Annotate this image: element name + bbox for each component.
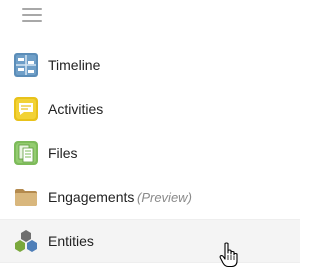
activities-icon [14,97,38,121]
nav-item-label: Entities [48,233,94,249]
nav-item-files[interactable]: Files [0,131,300,175]
nav-item-activities[interactable]: Activities [0,87,300,131]
nav-item-engagements[interactable]: Engagements (Preview) [0,175,300,219]
files-icon [14,141,38,165]
nav-item-label: Engagements [48,189,135,205]
navigation-panel: Timeline Activities Files Engagements (P… [0,0,308,275]
nav-item-label: Timeline [48,57,101,73]
folder-icon [15,189,37,206]
nav-item-entities[interactable]: Entities [0,219,300,263]
nav-item-label: Files [48,145,78,161]
timeline-icon [14,53,38,77]
preview-tag: (Preview) [137,189,192,205]
hand-pointer-cursor-icon [219,242,238,268]
nav-item-label: Activities [48,101,104,117]
nav-item-timeline[interactable]: Timeline [0,43,300,87]
hamburger-menu-icon[interactable] [22,8,42,22]
entities-icon [15,230,37,252]
